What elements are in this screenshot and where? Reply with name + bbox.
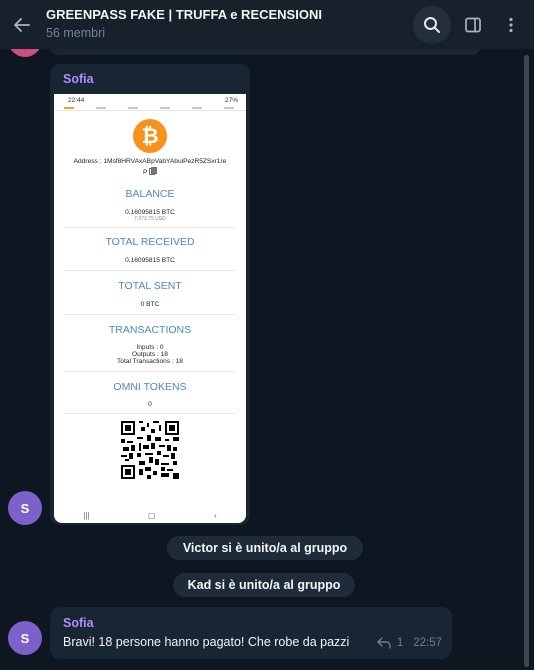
section-value: 0	[148, 401, 152, 408]
section-value: 0.16095815 BTC	[125, 209, 175, 216]
previous-message[interactable]	[50, 49, 480, 55]
reply-count: 1	[396, 637, 404, 649]
section-line: Inputs : 0	[136, 344, 164, 351]
section-value: 0 BTC	[140, 301, 160, 308]
avatar[interactable]	[8, 49, 42, 57]
copy-icon	[149, 167, 157, 175]
wallet-address: Address : 1Msf8HRVAxABpVabYAbuiPezR5ZSxr…	[73, 158, 227, 176]
search-icon	[424, 16, 440, 33]
message-meta: 1 22:57	[377, 637, 442, 649]
sidebar-toggle-button[interactable]	[454, 6, 492, 44]
section-title: BALANCE	[125, 188, 175, 200]
sender-name[interactable]: Sofia	[63, 72, 94, 86]
phone-nav-bar: ||| ▢ ‹	[54, 507, 246, 523]
service-message: Victor si è unito/a al gruppo	[167, 536, 363, 560]
section-line: Outputs : 18	[132, 351, 168, 358]
phone-status-bar: 22:44 27%	[54, 94, 246, 107]
sidebar-toggle-icon	[465, 17, 481, 32]
back-icon: ‹	[214, 510, 217, 520]
message-list[interactable]: Sofia 22:44 27% ₿ Address : 1Msf8HRVAxAB…	[0, 49, 534, 670]
bitcoin-logo-icon: ₿	[133, 119, 167, 153]
more-vertical-icon	[509, 17, 513, 32]
member-count: 56 membri	[46, 25, 106, 40]
photo-message[interactable]: Sofia 22:44 27% ₿ Address : 1Msf8HRVAxAB…	[50, 64, 250, 525]
chat-title: GREENPASS FAKE | TRUFFA e RECENSIONI	[46, 6, 322, 22]
avatar[interactable]: S	[8, 491, 42, 525]
section-title: OMNI TOKENS	[113, 381, 187, 393]
text-message[interactable]: Sofia Bravi! 18 persone hanno pagato! Ch…	[50, 607, 452, 659]
section-subvalue: 7,073.75 USD	[134, 216, 166, 222]
chat-header: GREENPASS FAKE | TRUFFA e RECENSIONI 56 …	[0, 0, 534, 49]
message-time: 22:57	[413, 637, 442, 649]
scrollbar[interactable]	[524, 55, 529, 667]
screenshot-image[interactable]: 22:44 27% ₿ Address : 1Msf8HRVAxABpVabYA…	[54, 94, 246, 523]
search-button[interactable]	[413, 5, 451, 44]
section-value: 0.16095815 BTC	[125, 257, 175, 264]
sender-name[interactable]: Sofia	[63, 616, 94, 630]
phone-battery: 27%	[224, 97, 238, 104]
back-arrow-icon	[14, 17, 30, 32]
home-icon: ▢	[147, 510, 156, 520]
reply-icon	[377, 637, 391, 649]
section-title: TOTAL SENT	[118, 280, 182, 292]
qr-code-icon	[121, 421, 179, 479]
phone-tab-strip	[54, 107, 246, 111]
more-button[interactable]	[492, 6, 530, 44]
service-message: Kad si è unito/a al gruppo	[173, 573, 355, 597]
message-text: Bravi! 18 persone hanno pagato! Che robe…	[63, 635, 350, 649]
chat-info[interactable]: GREENPASS FAKE | TRUFFA e RECENSIONI 56 …	[44, 7, 413, 43]
back-button[interactable]	[0, 0, 44, 49]
phone-time: 22:44	[68, 97, 85, 104]
section-title: TRANSACTIONS	[108, 324, 192, 336]
avatar[interactable]: S	[8, 621, 42, 655]
section-title: TOTAL RECEIVED	[105, 236, 195, 248]
replies-button[interactable]: 1	[377, 637, 403, 649]
recents-icon: |||	[83, 510, 90, 520]
section-line: Total Transactions : 18	[117, 358, 183, 365]
